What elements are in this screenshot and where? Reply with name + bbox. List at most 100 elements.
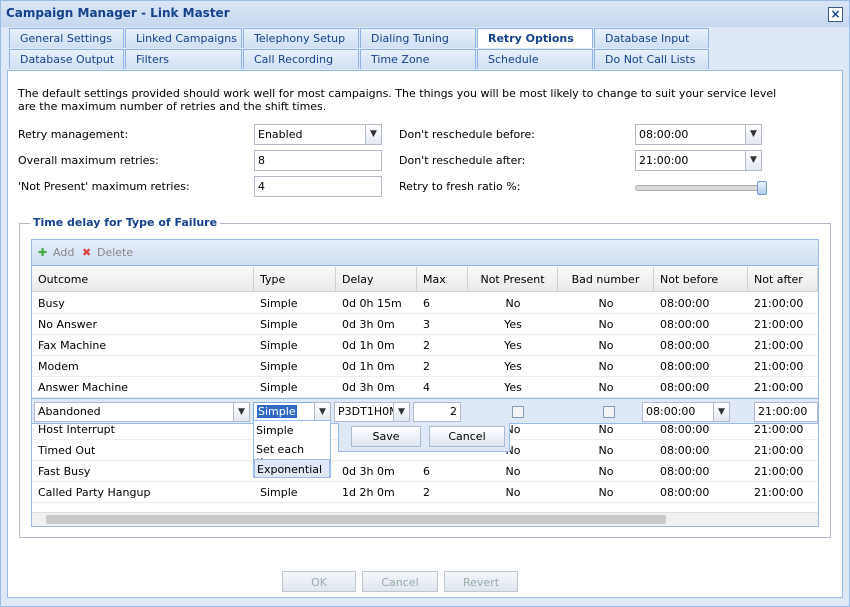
table-cell: No (598, 318, 614, 331)
table-cell: Yes (504, 381, 522, 394)
table-cell: 08:00:00 (660, 360, 710, 373)
revert-button[interactable]: Revert (444, 571, 518, 592)
dont-reschedule-after-select[interactable]: 21:00:00 ▼ (635, 150, 762, 171)
table-cell: 21:00:00 (754, 465, 804, 478)
column-header[interactable]: Not Present (468, 267, 558, 292)
tab-linked-campaigns[interactable]: Linked Campaigns (125, 28, 242, 48)
table-row[interactable]: Modem Simple 0d 1h 0m 2 Yes No 08:00:00 21:00:0… (32, 356, 818, 377)
tab-do-not-call-lists[interactable]: Do Not Call Lists (594, 49, 709, 69)
type-option-simple[interactable]: Simple (254, 421, 330, 440)
table-cell: Modem (38, 360, 79, 373)
chevron-down-icon[interactable]: ▼ (745, 150, 762, 171)
fieldset-legend: Time delay for Type of Failure (30, 216, 221, 229)
bad-number-checkbox[interactable] (603, 406, 615, 418)
table-cell: 21:00:00 (754, 486, 804, 499)
table-row[interactable]: Called Party Hangup Simple 1d 2h 0m 2 No No 08… (32, 482, 818, 503)
slider-thumb[interactable] (757, 181, 767, 195)
table-cell: 2 (423, 339, 430, 352)
grid-header: Outcome Type Delay Max Not Present Bad number… (32, 267, 818, 292)
column-header[interactable]: Not after (748, 267, 818, 292)
overall-max-retries-input[interactable]: 8 (254, 150, 382, 171)
retry-management-label: Retry management: (18, 128, 129, 141)
chevron-down-icon[interactable]: ▼ (745, 124, 762, 145)
column-header[interactable]: Max (417, 267, 468, 292)
grid-toolbar: ✚ Add ✖ Delete (32, 240, 818, 266)
table-cell: 21:00:00 (754, 381, 804, 394)
table-row[interactable]: Fax Machine Simple 0d 1h 0m 2 Yes No 08:00:00 2… (32, 335, 818, 356)
dont-reschedule-before-select[interactable]: 08:00:00 ▼ (635, 124, 762, 145)
cancel-edit-button[interactable]: Cancel (429, 426, 505, 447)
add-icon[interactable]: ✚ (38, 246, 47, 259)
tab-time-zone[interactable]: Time Zone (360, 49, 476, 69)
table-cell: 08:00:00 (660, 381, 710, 394)
table-cell: 6 (423, 465, 430, 478)
table-cell: 0d 3h 0m (342, 381, 395, 394)
table-row[interactable]: Answer Machine Simple 0d 3h 0m 4 Yes No 08:00:… (32, 377, 818, 398)
table-cell: 21:00:00 (754, 318, 804, 331)
column-header[interactable]: Type (254, 267, 336, 292)
overall-max-retries-label: Overall maximum retries: (18, 154, 159, 167)
save-button[interactable]: Save (351, 426, 421, 447)
table-row[interactable]: Busy Simple 0d 0h 15m 6 No No 08:00:00 21:00:00 (32, 293, 818, 314)
not-before-value: 08:00:00 (646, 405, 696, 418)
table-cell: 0d 3h 0m (342, 318, 395, 331)
add-button[interactable]: Add (53, 246, 74, 259)
horizontal-scrollbar[interactable] (32, 512, 818, 526)
tab-general-settings[interactable]: General Settings (9, 28, 124, 48)
retry-management-select[interactable]: Enabled ▼ (254, 124, 382, 145)
table-cell: No (598, 381, 614, 394)
table-cell: Answer Machine (38, 381, 129, 394)
delete-icon[interactable]: ✖ (82, 246, 91, 259)
tab-database-input[interactable]: Database Input (594, 28, 709, 48)
table-cell: 0d 1h 0m (342, 339, 395, 352)
not-present-max-retries-input[interactable]: 4 (254, 176, 382, 197)
tab-telephony-setup[interactable]: Telephony Setup (243, 28, 359, 48)
table-cell: No (505, 465, 521, 478)
column-header[interactable]: Delay (336, 267, 417, 292)
table-cell: 08:00:00 (660, 297, 710, 310)
table-cell: No (598, 339, 614, 352)
failure-grid: ✚ Add ✖ Delete Outcome Type Delay Max Not Pr… (31, 239, 819, 527)
type-option-exponential[interactable]: Exponential (254, 459, 330, 478)
table-cell: Yes (504, 318, 522, 331)
table-cell: No (598, 465, 614, 478)
column-header[interactable]: Bad number (558, 267, 654, 292)
cancel-button[interactable]: Cancel (362, 571, 438, 592)
ok-button[interactable]: OK (282, 571, 356, 592)
table-cell: Simple (260, 339, 298, 352)
chevron-down-icon[interactable]: ▼ (365, 124, 382, 145)
type-option-set-each-time[interactable]: Set each time (254, 440, 330, 469)
tab-schedule[interactable]: Schedule (477, 49, 593, 69)
scrollbar-thumb[interactable] (46, 515, 666, 524)
not-present-max-retries-label: 'Not Present' maximum retries: (18, 180, 190, 193)
retry-management-value: Enabled (258, 128, 303, 141)
not-present-checkbox[interactable] (512, 406, 524, 418)
delete-button[interactable]: Delete (97, 246, 133, 259)
table-cell: 0d 0h 15m (342, 297, 402, 310)
table-cell: 08:00:00 (660, 486, 710, 499)
tab-filters[interactable]: Filters (125, 49, 242, 69)
row-editor-buttons: Save Cancel (338, 423, 510, 452)
column-header[interactable]: Outcome (32, 267, 254, 292)
table-row[interactable]: Fast Busy 0d 3h 0m 6 No No 08:00:00 21:00:00 (32, 461, 818, 482)
table-cell: 21:00:00 (754, 360, 804, 373)
delay-value: P3DT1H0M (338, 405, 399, 418)
column-header[interactable]: Not before (654, 267, 748, 292)
table-cell: Simple (260, 318, 298, 331)
table-cell: 0d 3h 0m (342, 465, 395, 478)
table-cell: Busy (38, 297, 65, 310)
tab-retry-options[interactable]: Retry Options (477, 28, 593, 48)
retry-fresh-ratio-slider[interactable] (635, 181, 767, 195)
table-cell: 21:00:00 (754, 339, 804, 352)
dont-reschedule-after-label: Don't reschedule after: (399, 154, 526, 167)
table-row[interactable]: No Answer Simple 0d 3h 0m 3 Yes No 08:00:00 21:… (32, 314, 818, 335)
tab-call-recording[interactable]: Call Recording (243, 49, 359, 69)
close-icon[interactable]: × (828, 7, 843, 22)
tab-dialing-tuning[interactable]: Dialing Tuning (360, 28, 476, 48)
table-cell: No (598, 444, 614, 457)
campaign-manager-window: Campaign Manager - Link Master × General… (0, 0, 850, 607)
table-cell: 08:00:00 (660, 465, 710, 478)
table-cell: Simple (260, 381, 298, 394)
table-cell: 6 (423, 297, 430, 310)
tab-database-output[interactable]: Database Output (9, 49, 124, 69)
